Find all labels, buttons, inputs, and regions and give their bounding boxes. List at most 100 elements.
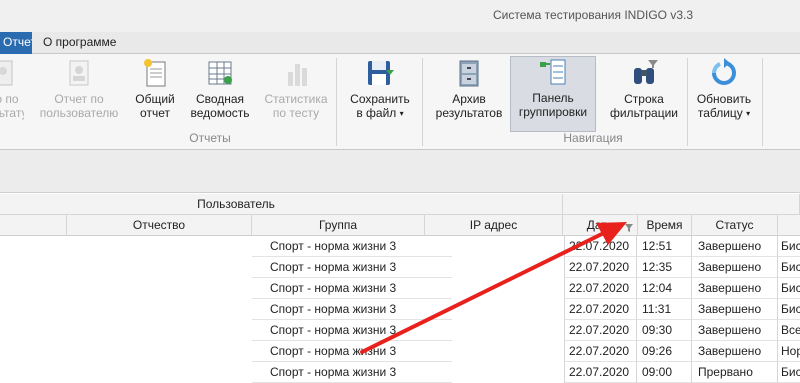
- cell-status[interactable]: Завершено: [692, 257, 778, 278]
- cell-status[interactable]: Завершено: [692, 320, 778, 341]
- cell-date[interactable]: 22.07.2020: [564, 257, 637, 278]
- column-header-ip[interactable]: IP адрес: [425, 215, 563, 236]
- filter-row-button[interactable]: Строка фильтрации: [604, 58, 684, 132]
- cell-status[interactable]: Завершено: [692, 341, 778, 362]
- cell-status[interactable]: Прервано: [692, 362, 778, 383]
- refresh-table-label2: таблицу: [697, 106, 743, 120]
- filter-row-label2: фильтрации: [609, 106, 678, 120]
- cell-group[interactable]: Спорт - норма жизни 3: [252, 299, 452, 320]
- cell-extra[interactable]: Бис: [778, 362, 800, 383]
- grouping-panel-label1: Панель: [532, 91, 574, 105]
- cell-status[interactable]: Завершено: [692, 278, 778, 299]
- cell-date[interactable]: 22.07.2020: [564, 278, 637, 299]
- summary-sheet-button[interactable]: Сводная ведомость: [188, 58, 252, 132]
- results-grid: Пользователь Отчество Группа IP адрес Да…: [0, 194, 800, 383]
- column-header-date[interactable]: Дата: [563, 215, 638, 236]
- tab-reports[interactable]: Отчеты: [0, 32, 32, 54]
- save-to-file-button[interactable]: Сохранить в файл ▾: [344, 58, 416, 132]
- cell-date[interactable]: 22.07.2020: [564, 362, 637, 383]
- table-row[interactable]: Спорт - норма жизни 3 22.07.2020 12:35 Заве…: [0, 257, 800, 278]
- cell-time[interactable]: 09:30: [637, 320, 692, 341]
- refresh-table-label1: Обновить: [696, 92, 752, 106]
- window-title: Система тестирования INDIGO v3.3: [493, 8, 694, 22]
- save-to-file-label2: в файл: [356, 106, 397, 120]
- band-header-empty: [563, 194, 800, 215]
- cell-time[interactable]: 12:51: [637, 236, 692, 257]
- cell-extra[interactable]: Бис: [778, 299, 800, 320]
- cell-extra[interactable]: Бис: [778, 278, 800, 299]
- cell-extra[interactable]: Нор: [778, 341, 800, 362]
- column-filter-icon[interactable]: [625, 218, 633, 232]
- report-by-user-label1: Отчет по: [54, 92, 104, 106]
- summary-sheet-label2: ведомость: [190, 106, 250, 120]
- cell-ip[interactable]: [452, 362, 562, 383]
- report-doc-icon: [0, 58, 18, 88]
- reports-group-label: Отчеты: [189, 131, 231, 145]
- cell-date[interactable]: 22.07.2020: [564, 236, 637, 257]
- bar-chart-icon: [280, 58, 312, 88]
- grouping-panel-button[interactable]: Панель группировки: [510, 56, 596, 132]
- band-header-user[interactable]: Пользователь: [0, 194, 563, 215]
- table-row[interactable]: Спорт - норма жизни 3 22.07.2020 09:00 Прер…: [0, 362, 800, 383]
- report-by-test-label2: ультату: [0, 106, 24, 120]
- cell-time[interactable]: 12:35: [637, 257, 692, 278]
- cell-group[interactable]: Спорт - норма жизни 3: [252, 236, 452, 257]
- save-dropdown-arrow-icon[interactable]: ▾: [400, 109, 404, 118]
- user-report-icon: [63, 58, 95, 88]
- cell-ip[interactable]: [452, 299, 562, 320]
- tab-about[interactable]: О программе: [35, 32, 124, 54]
- cell-group[interactable]: Спорт - норма жизни 3: [252, 362, 452, 383]
- cell-ip[interactable]: [452, 341, 562, 362]
- cell-time[interactable]: 09:00: [637, 362, 692, 383]
- column-header-status[interactable]: Статус: [692, 215, 778, 236]
- table-row[interactable]: Спорт - норма жизни 3 22.07.2020 11:31 Заве…: [0, 299, 800, 320]
- results-archive-label1: Архив: [452, 92, 486, 106]
- general-report-button[interactable]: Общий отчет: [128, 58, 182, 132]
- report-by-test-button[interactable]: о по ультату: [0, 58, 24, 132]
- filter-row-label1: Строка: [624, 92, 664, 106]
- title-bar: Система тестирования INDIGO v3.3: [0, 0, 800, 32]
- grouping-panel-label2: группировки: [518, 105, 588, 119]
- summary-table-icon: [204, 58, 236, 88]
- cell-date[interactable]: 22.07.2020: [564, 320, 637, 341]
- ribbon-panel: о по ультату Отчет по пользователю Общий…: [0, 54, 800, 150]
- cell-extra[interactable]: Бис: [778, 236, 800, 257]
- grouping-panel-area[interactable]: [0, 150, 800, 193]
- cell-ip[interactable]: [452, 320, 562, 341]
- cell-ip[interactable]: [452, 278, 562, 299]
- column-header-name[interactable]: [0, 215, 67, 236]
- summary-sheet-label1: Сводная: [195, 92, 245, 106]
- cell-ip[interactable]: [452, 236, 562, 257]
- cell-extra[interactable]: Все: [778, 320, 800, 341]
- save-to-file-label1: Сохранить: [350, 92, 410, 106]
- table-row[interactable]: Спорт - норма жизни 3 22.07.2020 09:30 Заве…: [0, 320, 800, 341]
- cell-group[interactable]: Спорт - норма жизни 3: [252, 278, 452, 299]
- column-header-time[interactable]: Время: [638, 215, 692, 236]
- cell-time[interactable]: 09:26: [637, 341, 692, 362]
- column-header-group[interactable]: Группа: [252, 215, 425, 236]
- refresh-dropdown-arrow-icon[interactable]: ▾: [746, 109, 750, 118]
- cell-status[interactable]: Завершено: [692, 299, 778, 320]
- table-row[interactable]: Спорт - норма жизни 3 22.07.2020 09:26 Заве…: [0, 341, 800, 362]
- cell-time[interactable]: 11:31: [637, 299, 692, 320]
- cell-group[interactable]: Спорт - норма жизни 3: [252, 320, 452, 341]
- general-report-label1: Общий: [135, 92, 175, 106]
- cell-time[interactable]: 12:04: [637, 278, 692, 299]
- cell-extra[interactable]: Бис: [778, 257, 800, 278]
- column-header-patronymic[interactable]: Отчество: [67, 215, 252, 236]
- cell-date[interactable]: 22.07.2020: [564, 341, 637, 362]
- refresh-table-button[interactable]: Обновить таблицу ▾: [692, 58, 756, 132]
- report-by-test-label1: о по: [0, 92, 19, 106]
- cell-ip[interactable]: [452, 257, 562, 278]
- column-header-extra[interactable]: [778, 215, 800, 236]
- report-by-user-button[interactable]: Отчет по пользователю: [36, 58, 122, 132]
- cell-date[interactable]: 22.07.2020: [564, 299, 637, 320]
- cell-group[interactable]: Спорт - норма жизни 3: [252, 257, 452, 278]
- cell-status[interactable]: Завершено: [692, 236, 778, 257]
- table-row[interactable]: Спорт - норма жизни 3 22.07.2020 12:04 Заве…: [0, 278, 800, 299]
- cell-group[interactable]: Спорт - норма жизни 3: [252, 341, 452, 362]
- test-statistics-button[interactable]: Статистика по тесту: [260, 58, 332, 132]
- column-header-date-label: Дата: [586, 218, 614, 232]
- results-archive-button[interactable]: Архив результатов: [432, 58, 506, 132]
- table-row[interactable]: Спорт - норма жизни 3 22.07.2020 12:51 Заве…: [0, 236, 800, 257]
